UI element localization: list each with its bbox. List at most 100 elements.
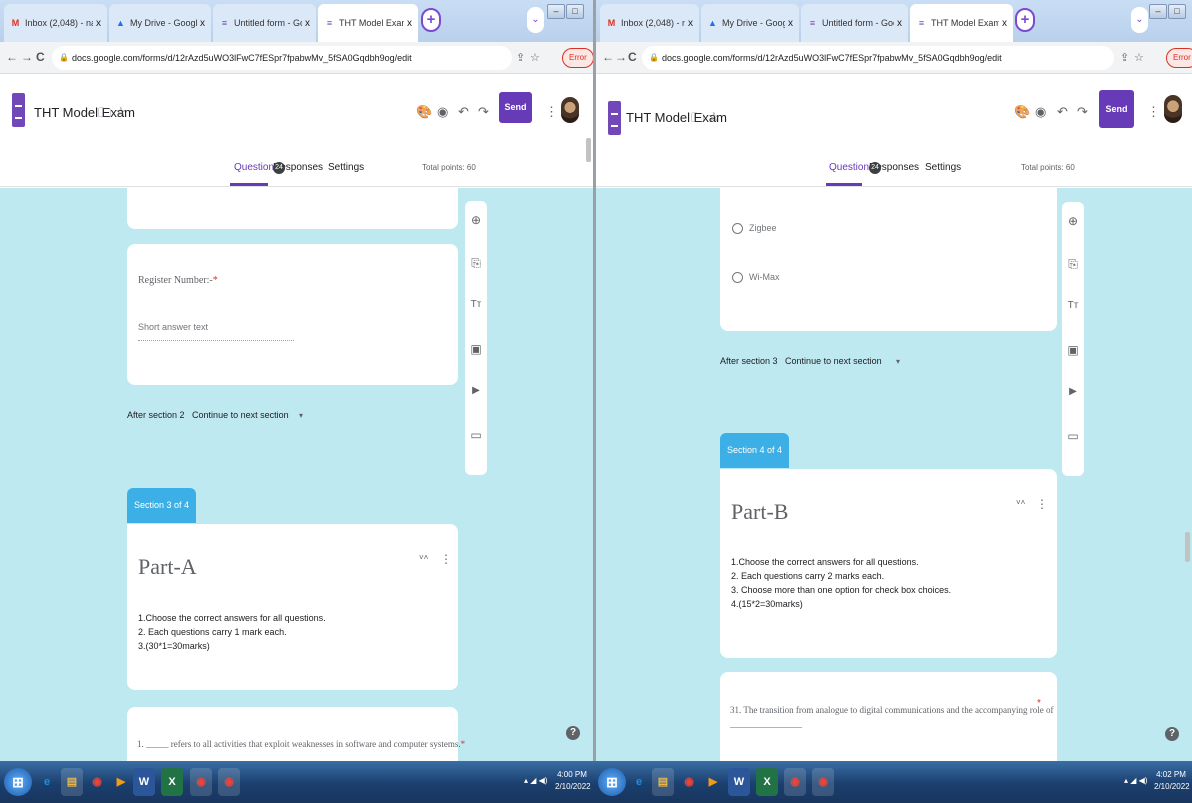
help-icon[interactable]: ? [1165, 727, 1179, 741]
reload-icon[interactable]: C [628, 50, 637, 64]
redo-icon[interactable]: ↷ [1077, 104, 1088, 120]
url-field[interactable]: 🔒 docs.google.com/forms/d/12rAzd5uWO3lFw… [52, 46, 512, 70]
chrome-window-icon[interactable]: ◉ [784, 768, 806, 796]
option-wi-max[interactable]: Wi-Max [732, 272, 780, 284]
maximize-button[interactable]: □ [566, 4, 584, 19]
start-button[interactable]: ⊞ [4, 768, 32, 796]
chrome-window-icon[interactable]: ◉ [812, 768, 834, 796]
radio-button[interactable] [732, 223, 743, 235]
section-description[interactable]: 1.Choose the correct answers for all que… [731, 555, 951, 611]
system-tray-icons[interactable]: ▴ ◢ ◀) [1124, 776, 1147, 785]
after-section-row[interactable]: After section 2 Continue to next section… [127, 410, 303, 420]
undo-icon[interactable]: ↶ [458, 104, 469, 120]
forward-icon[interactable]: → [21, 50, 33, 64]
maximize-button[interactable]: □ [1168, 4, 1186, 19]
media-player-icon[interactable]: ▶ [702, 768, 724, 796]
back-icon[interactable]: ← [6, 50, 18, 64]
chrome-icon[interactable]: ◉ [86, 768, 108, 796]
google-forms-icon[interactable] [608, 101, 621, 135]
star-icon[interactable]: ☆ [115, 104, 127, 120]
register-number-card[interactable]: Register Number:-* Short answer text [127, 244, 458, 385]
google-forms-icon[interactable] [12, 93, 25, 127]
close-tab-icon[interactable]: x [897, 18, 902, 29]
tab-untitled-form[interactable]: ≡ Untitled form - Google Forms x [213, 4, 316, 42]
share-icon[interactable]: ⇪ [516, 51, 525, 64]
file-explorer-icon[interactable]: ▤ [61, 768, 83, 796]
tab-settings[interactable]: Settings [328, 162, 364, 173]
help-icon[interactable]: ? [566, 726, 580, 740]
add-section-icon[interactable]: ▭ [1062, 429, 1084, 443]
add-title-icon[interactable]: Tт [465, 299, 487, 310]
collapse-section-icon[interactable]: ˅˄ [419, 554, 428, 562]
undo-icon[interactable]: ↶ [1057, 104, 1068, 120]
question-1-card[interactable]: 1. _____ refers to all activities that e… [127, 707, 465, 761]
close-tab-icon[interactable]: x [688, 18, 693, 29]
previous-question-card[interactable]: Zigbee Wi-Max [720, 188, 1057, 331]
preview-eye-icon[interactable]: ◉ [1035, 104, 1046, 120]
right-clock[interactable]: 4:02 PM 2/10/2022 [1154, 769, 1190, 793]
folder-icon[interactable]: 🗀 [691, 109, 704, 131]
palette-icon[interactable]: 🎨 [416, 104, 432, 120]
import-questions-icon[interactable]: ⎘ [465, 256, 487, 271]
part-a-section-card[interactable]: Part-A ˅˄ ⋮ 1.Choose the correct answers… [127, 524, 458, 690]
previous-question-card[interactable] [127, 188, 458, 229]
more-options-icon[interactable]: ⋮ [545, 104, 558, 120]
error-button[interactable]: Error [562, 48, 593, 68]
tab-settings[interactable]: Settings [925, 162, 961, 173]
palette-icon[interactable]: 🎨 [1014, 104, 1030, 120]
start-button[interactable]: ⊞ [598, 768, 626, 796]
tab-search-button[interactable]: ⌄ [1131, 7, 1148, 33]
close-tab-icon[interactable]: x [305, 18, 310, 29]
word-icon[interactable]: W [728, 768, 750, 796]
bookmark-star-icon[interactable]: ☆ [530, 51, 540, 64]
add-image-icon[interactable]: ▣ [465, 342, 487, 356]
star-icon[interactable]: ☆ [708, 109, 720, 125]
close-tab-icon[interactable]: x [96, 18, 101, 29]
url-field[interactable]: 🔒 docs.google.com/forms/d/12rAzd5uWO3lFw… [642, 46, 1114, 70]
more-options-icon[interactable]: ⋮ [1147, 104, 1160, 120]
new-tab-button[interactable]: + [421, 8, 441, 32]
error-button[interactable]: Error [1166, 48, 1192, 68]
ie-icon[interactable]: e [628, 768, 650, 796]
excel-icon[interactable]: X [161, 768, 183, 796]
add-question-icon[interactable]: ⊕ [1062, 214, 1084, 228]
close-tab-icon[interactable]: x [407, 18, 412, 29]
tab-untitled-form[interactable]: ≡ Untitled form - Google Forms x [801, 4, 908, 42]
ie-icon[interactable]: e [36, 768, 58, 796]
collapse-section-icon[interactable]: ˅˄ [1016, 499, 1025, 507]
send-button[interactable]: Send [499, 92, 532, 123]
left-clock[interactable]: 4:00 PM 2/10/2022 [555, 769, 591, 793]
minimize-button[interactable]: – [547, 4, 565, 19]
bookmark-star-icon[interactable]: ☆ [1134, 51, 1144, 64]
word-icon[interactable]: W [133, 768, 155, 796]
scrollbar-thumb[interactable] [586, 138, 591, 162]
reload-icon[interactable]: C [36, 50, 45, 64]
add-video-icon[interactable]: ▶ [1062, 386, 1084, 397]
scrollbar-thumb[interactable] [1185, 532, 1190, 562]
tab-tht-model-exam[interactable]: ≡ THT Model Exam - Google Forms x [910, 4, 1013, 42]
radio-button[interactable] [732, 272, 743, 284]
add-image-icon[interactable]: ▣ [1062, 343, 1084, 357]
after-section-row[interactable]: After section 3 Continue to next section… [720, 356, 900, 366]
close-tab-icon[interactable]: x [788, 18, 793, 29]
system-tray-icons[interactable]: ▴ ◢ ◀) [524, 776, 547, 785]
tab-gmail[interactable]: M Inbox (2,048) - naan.minisree@g x [600, 4, 699, 42]
media-player-icon[interactable]: ▶ [110, 768, 132, 796]
part-b-section-card[interactable]: Part-B ˅˄ ⋮ 1.Choose the correct answers… [720, 469, 1057, 658]
chrome-icon[interactable]: ◉ [678, 768, 700, 796]
section-more-icon[interactable]: ⋮ [440, 552, 452, 566]
chrome-window-icon[interactable]: ◉ [218, 768, 240, 796]
tab-drive[interactable]: ▲ My Drive - Google Drive x [701, 4, 799, 42]
import-questions-icon[interactable]: ⎘ [1062, 257, 1084, 272]
section-description[interactable]: 1.Choose the correct answers for all que… [138, 611, 326, 653]
preview-eye-icon[interactable]: ◉ [437, 104, 448, 120]
close-tab-icon[interactable]: x [1002, 18, 1007, 29]
forward-icon[interactable]: → [615, 50, 627, 64]
share-icon[interactable]: ⇪ [1120, 51, 1129, 64]
tab-tht-model-exam[interactable]: ≡ THT Model Exam - Google Forms x [318, 4, 418, 42]
question-31-card[interactable]: 31. The transition from analogue to digi… [720, 672, 1057, 761]
account-avatar[interactable] [561, 97, 579, 123]
account-avatar[interactable] [1164, 95, 1182, 123]
option-zigbee[interactable]: Zigbee [732, 223, 777, 235]
tab-search-button[interactable]: ⌄ [527, 7, 544, 33]
